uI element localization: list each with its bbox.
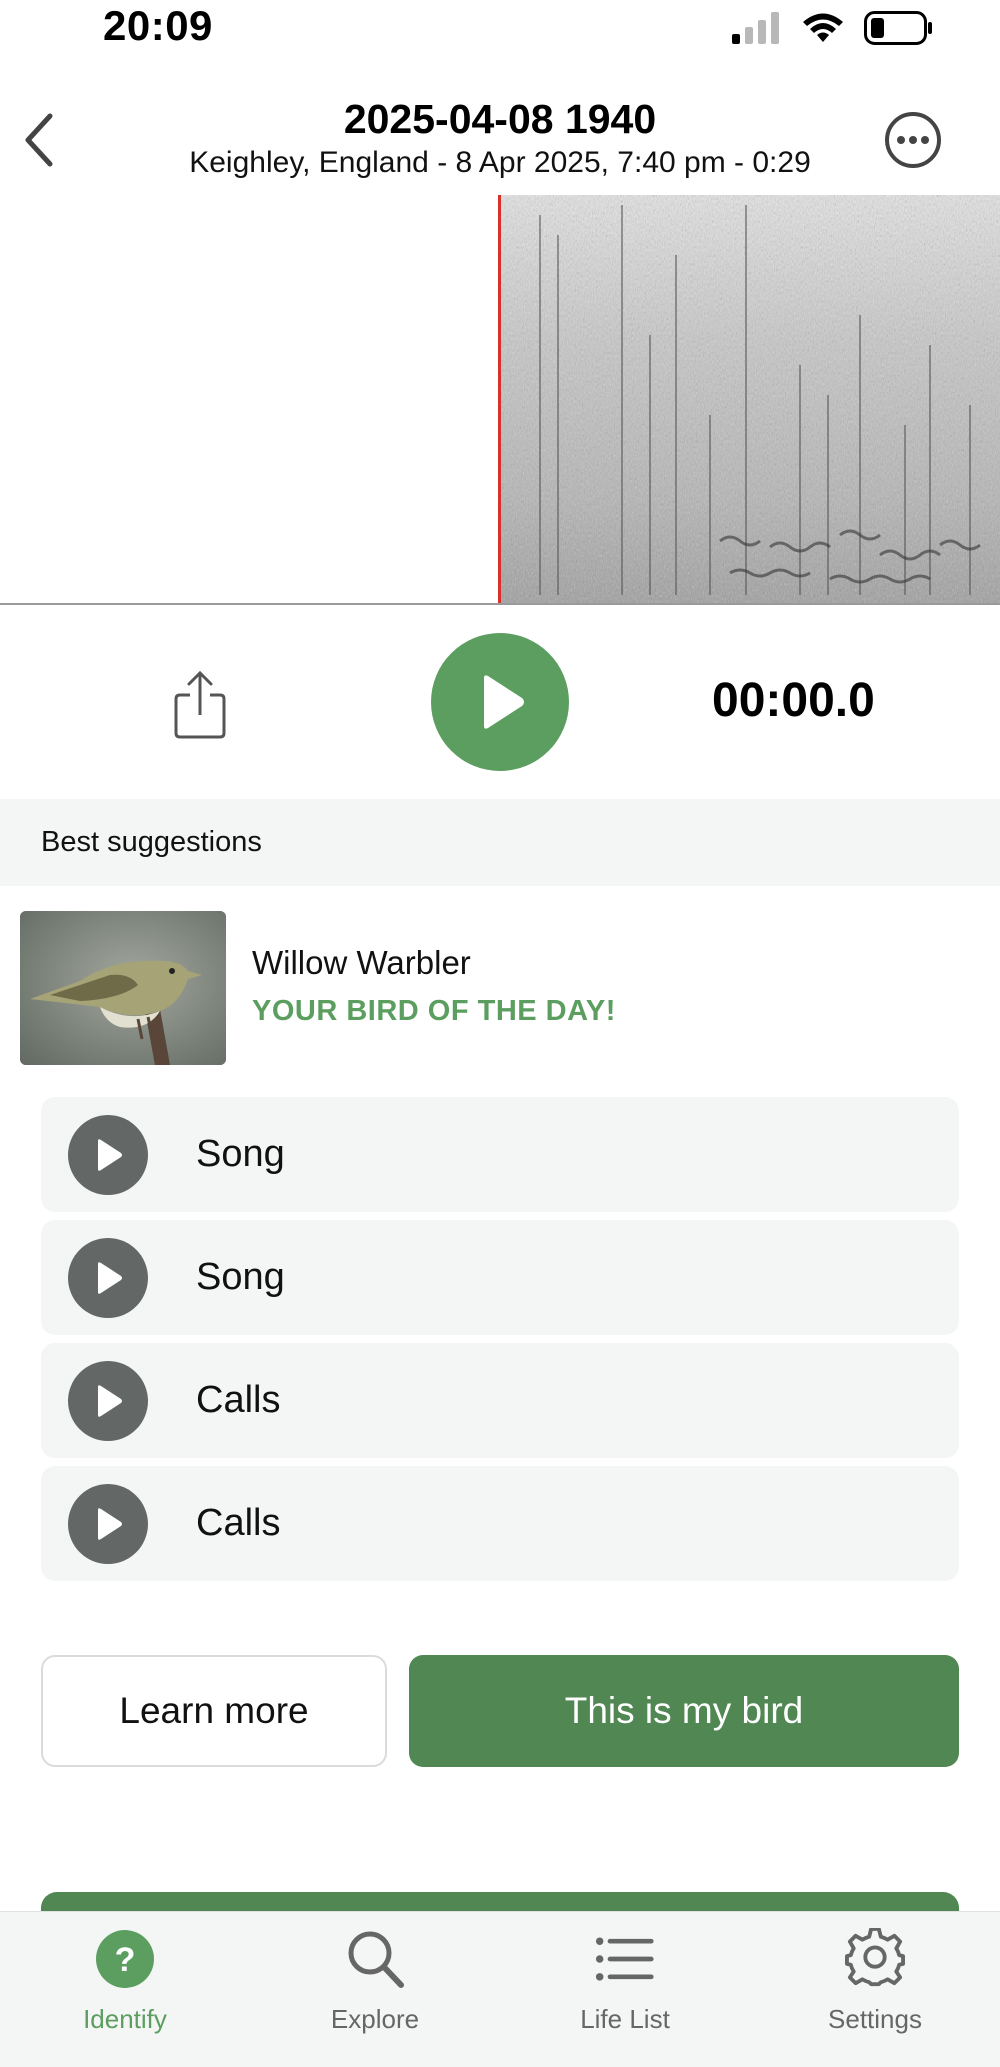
bird-name[interactable]: Willow Warbler xyxy=(252,944,471,982)
battery-icon xyxy=(864,11,932,45)
page-title: 2025-04-08 1940 xyxy=(343,96,657,142)
tab-label: Identify xyxy=(83,2004,167,2034)
wifi-icon xyxy=(803,13,843,42)
status-bar: 20:09 xyxy=(0,0,1000,60)
more-icon xyxy=(885,112,941,168)
section-title: Best suggestions xyxy=(41,826,262,858)
tab-explore[interactable]: Explore xyxy=(250,1912,500,2067)
bird-image xyxy=(20,911,226,1065)
tab-bar: ? Identify Explore Life List Settings xyxy=(0,1911,1000,2067)
elapsed-time: 00:00.0 xyxy=(712,674,875,727)
tab-label: Explore xyxy=(330,2004,420,2034)
sound-row[interactable]: Song xyxy=(41,1097,959,1212)
sound-play-button[interactable] xyxy=(68,1238,148,1318)
share-icon xyxy=(174,670,226,739)
sound-row[interactable]: Calls xyxy=(41,1343,959,1458)
bird-of-the-day-badge: YOUR BIRD OF THE DAY! xyxy=(252,995,616,1027)
header: 2025-04-08 1940 Keighley, England - 8 Ap… xyxy=(0,60,1000,195)
more-button[interactable] xyxy=(884,111,942,169)
sound-label: Calls xyxy=(196,1379,281,1421)
tab-label: Settings xyxy=(828,2004,922,2034)
sound-play-button[interactable] xyxy=(68,1361,148,1441)
list-icon xyxy=(595,1937,654,1981)
tab-label: Life List xyxy=(580,2004,670,2034)
play-icon xyxy=(98,1385,122,1417)
play-icon xyxy=(484,675,524,729)
spectrogram-image xyxy=(500,195,1000,603)
play-icon xyxy=(98,1508,122,1540)
bird-photo[interactable] xyxy=(20,911,226,1065)
sound-label: Song xyxy=(196,1256,285,1298)
sound-play-button[interactable] xyxy=(68,1484,148,1564)
play-icon xyxy=(98,1262,122,1294)
search-icon xyxy=(348,1931,404,1988)
play-button[interactable] xyxy=(431,633,569,771)
playhead[interactable] xyxy=(498,195,501,603)
share-button[interactable] xyxy=(172,669,228,741)
play-icon xyxy=(98,1139,122,1171)
playback-controls: 00:00.0 xyxy=(0,607,1000,799)
signal-icon xyxy=(732,12,779,44)
svg-text:?: ? xyxy=(115,1941,136,1979)
tab-life-list[interactable]: Life List xyxy=(500,1912,750,2067)
tab-settings[interactable]: Settings xyxy=(750,1912,1000,2067)
this-is-my-bird-button[interactable]: This is my bird xyxy=(409,1655,959,1767)
question-icon: ? xyxy=(96,1930,154,1988)
spectrogram[interactable] xyxy=(0,195,1000,605)
status-icons xyxy=(732,10,934,46)
tab-identify[interactable]: ? Identify xyxy=(0,1912,250,2067)
sound-row[interactable]: Song xyxy=(41,1220,959,1335)
suggestions-header: Best suggestions xyxy=(0,799,1000,886)
sound-list: Song Song Calls Calls xyxy=(41,1097,959,1589)
learn-more-button[interactable]: Learn more xyxy=(41,1655,387,1767)
gear-icon xyxy=(845,1928,905,1987)
page-subtitle: Keighley, England - 8 Apr 2025, 7:40 pm … xyxy=(189,146,811,179)
sound-label: Song xyxy=(196,1133,285,1175)
sound-play-button[interactable] xyxy=(68,1115,148,1195)
status-time: 20:09 xyxy=(103,2,213,49)
sound-label: Calls xyxy=(196,1502,281,1544)
sound-row[interactable]: Calls xyxy=(41,1466,959,1581)
